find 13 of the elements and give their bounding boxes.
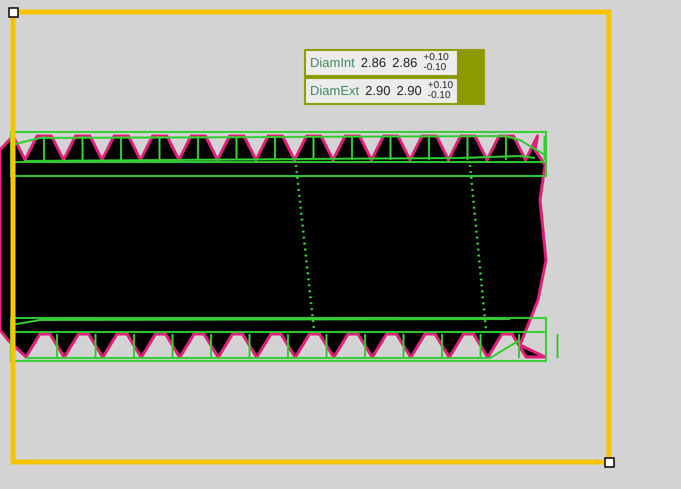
roi-rectangle[interactable]	[10, 10, 612, 464]
nominal-value: 2.86	[392, 54, 418, 72]
upper-tolerance: +0.10	[428, 81, 454, 91]
lower-tolerance: -0.10	[423, 63, 448, 73]
measured-value: 2.86	[360, 54, 386, 72]
lower-tolerance: -0.10	[428, 91, 452, 101]
resize-handle[interactable]	[604, 457, 615, 468]
resize-handle[interactable]	[8, 7, 19, 18]
measurement-name: DiamInt	[310, 54, 355, 72]
nominal-value: 2.90	[396, 82, 422, 100]
measured-value: 2.90	[365, 82, 390, 100]
upper-tolerance: +0.10	[423, 53, 449, 63]
measurement-name: DiamExt	[310, 82, 360, 100]
